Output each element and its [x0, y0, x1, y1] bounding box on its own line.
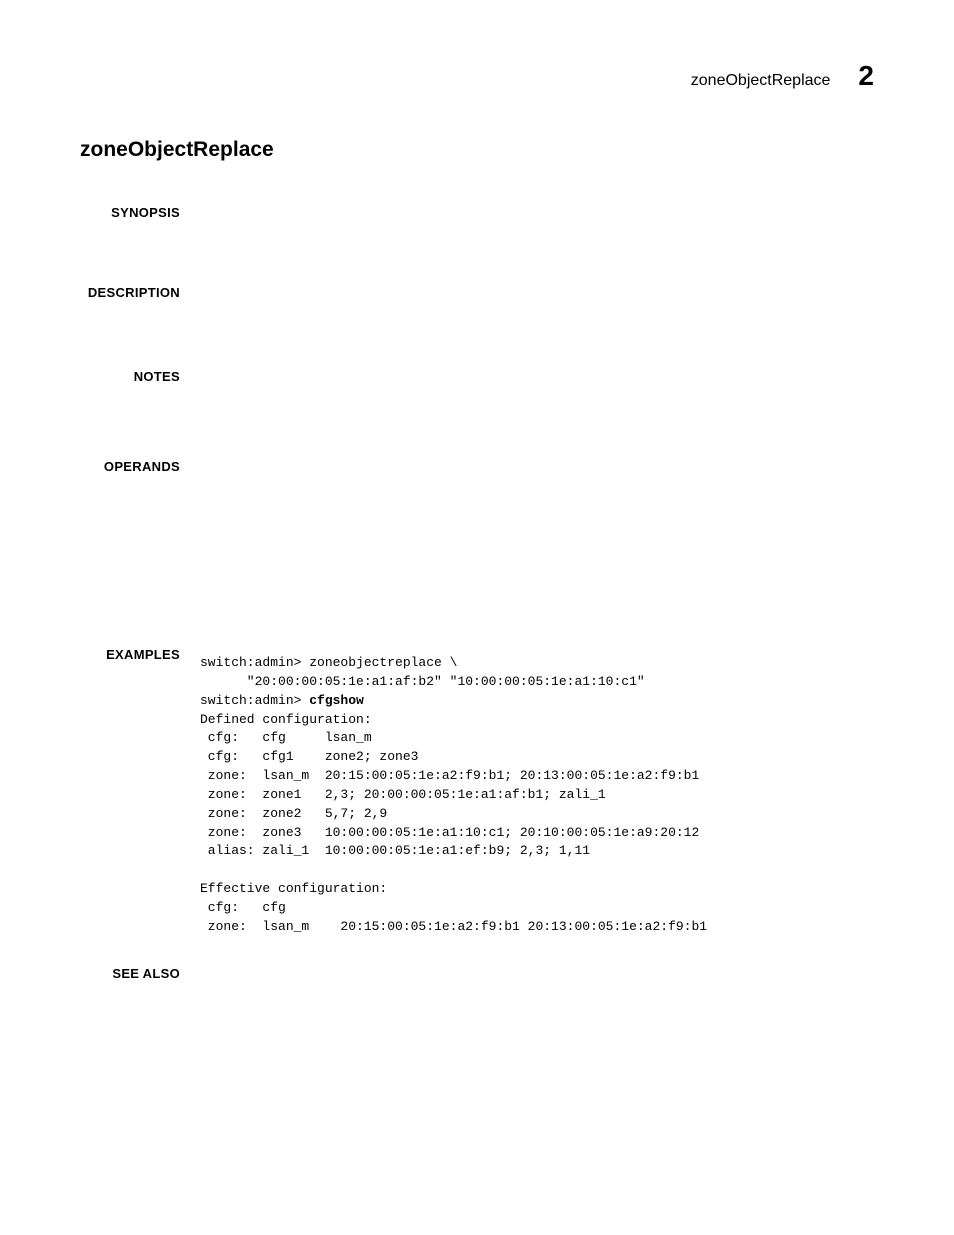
operands-body	[200, 458, 874, 618]
example-output-line: Defined configuration:	[200, 712, 372, 727]
section-description: DESCRIPTION	[80, 284, 874, 340]
example-command-bold: cfgshow	[309, 693, 364, 708]
page-header: zoneObjectReplace 2	[80, 60, 874, 92]
example-output-line: cfg: cfg	[200, 900, 286, 915]
section-examples: EXAMPLES switch:admin> zoneobjectreplace…	[80, 646, 874, 937]
synopsis-label: SYNOPSIS	[111, 205, 180, 220]
example-output-line: alias: zali_1 10:00:00:05:1e:a1:ef:b9; 2…	[200, 843, 590, 858]
example-output-line: zone: lsan_m 20:15:00:05:1e:a2:f9:b1 20:…	[200, 919, 707, 934]
notes-body	[200, 368, 874, 430]
section-seealso: SEE ALSO	[80, 965, 874, 983]
example-code-block: switch:admin> zoneobjectreplace \ "20:00…	[200, 654, 874, 937]
header-command-name: zoneObjectReplace	[691, 72, 831, 90]
example-output-line: zone: zone1 2,3; 20:00:00:05:1e:a1:af:b1…	[200, 787, 606, 802]
seealso-body	[200, 965, 874, 983]
example-output-line: zone: zone3 10:00:00:05:1e:a1:10:c1; 20:…	[200, 825, 699, 840]
description-label: DESCRIPTION	[88, 285, 180, 300]
example-output-line: Effective configuration:	[200, 881, 387, 896]
examples-body: switch:admin> zoneobjectreplace \ "20:00…	[200, 646, 874, 937]
header-chapter-number: 2	[858, 60, 874, 92]
section-synopsis: SYNOPSIS	[80, 204, 874, 256]
example-output-line: cfg: cfg lsan_m	[200, 730, 372, 745]
example-output-line: zone: zone2 5,7; 2,9	[200, 806, 387, 821]
section-operands: OPERANDS	[80, 458, 874, 618]
example-command-args: "20:00:00:05:1e:a1:af:b2" "10:00:00:05:1…	[200, 674, 645, 689]
command-title: zoneObjectReplace	[80, 138, 874, 162]
example-output-line: cfg: cfg1 zone2; zone3	[200, 749, 418, 764]
section-notes: NOTES	[80, 368, 874, 430]
example-prompt: switch:admin>	[200, 693, 309, 708]
operands-label: OPERANDS	[104, 459, 180, 474]
notes-label: NOTES	[134, 369, 180, 384]
description-body	[200, 284, 874, 340]
seealso-label: SEE ALSO	[112, 966, 180, 981]
examples-label: EXAMPLES	[106, 647, 180, 662]
example-command: zoneobjectreplace \	[309, 655, 457, 670]
example-output-line: zone: lsan_m 20:15:00:05:1e:a2:f9:b1; 20…	[200, 768, 699, 783]
example-prompt: switch:admin>	[200, 655, 309, 670]
synopsis-body	[200, 204, 874, 256]
